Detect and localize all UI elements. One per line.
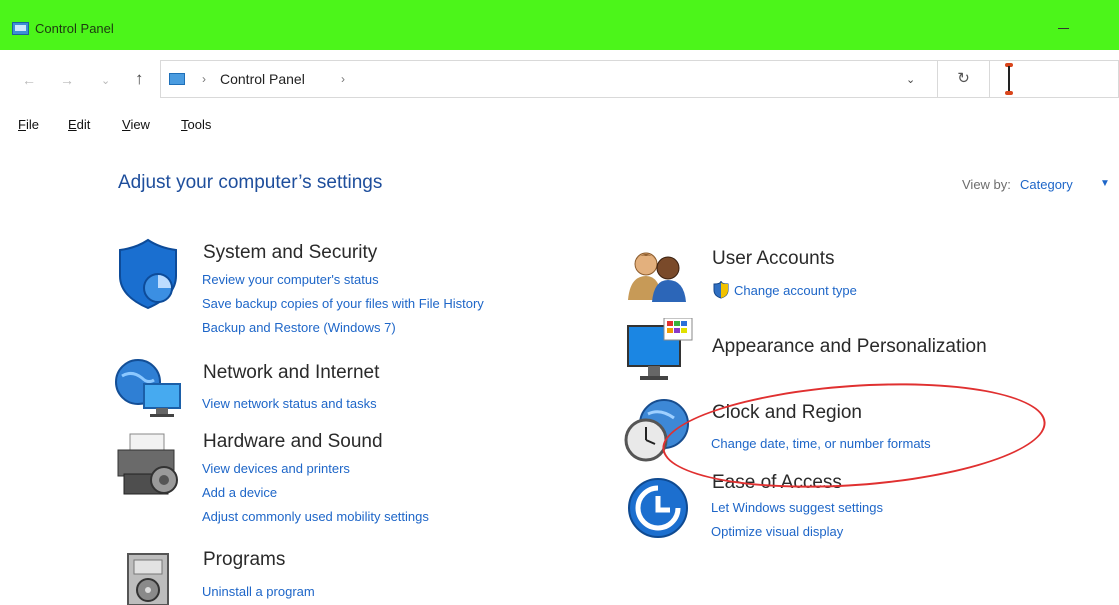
network-link-status[interactable]: View network status and tasks (202, 396, 377, 411)
menu-file-label: ile (25, 117, 39, 132)
menu-edit-label: dit (76, 117, 91, 132)
minimize-button[interactable] (1050, 14, 1076, 38)
ease-of-access-link-suggest[interactable]: Let Windows suggest settings (711, 500, 883, 515)
control-panel-icon (12, 22, 29, 35)
monitor-icon[interactable] (624, 318, 694, 386)
user-accounts-title[interactable]: User Accounts (712, 248, 835, 270)
breadcrumb-separator-icon[interactable]: › (341, 72, 345, 86)
user-accounts-link-change-type[interactable]: Change account type (734, 283, 857, 298)
dropdown-arrow-icon[interactable]: ▼ (1100, 178, 1110, 189)
uac-shield-icon (713, 281, 729, 299)
navigation-bar: ← → ⌄ ↑ › Control Panel › ⌄ ↻ (0, 50, 1119, 106)
forward-arrow-icon[interactable]: → (60, 72, 74, 88)
ease-of-access-icon[interactable] (626, 476, 690, 540)
system-security-link-status[interactable]: Review your computer's status (202, 272, 379, 287)
system-security-link-file-history[interactable]: Save backup copies of your files with Fi… (202, 296, 484, 311)
menu-view-label: iew (130, 117, 150, 132)
back-arrow-icon[interactable]: ← (22, 72, 36, 88)
menu-file-accesskey: F (18, 117, 26, 132)
menu-edit-accesskey: E (68, 117, 77, 132)
programs-title[interactable]: Programs (203, 549, 285, 571)
hardware-link-add-device[interactable]: Add a device (202, 485, 277, 500)
breadcrumb-separator-icon[interactable]: › (202, 72, 206, 86)
programs-link-uninstall[interactable]: Uninstall a program (202, 584, 315, 599)
printer-icon[interactable] (112, 430, 184, 498)
hardware-link-mobility[interactable]: Adjust commonly used mobility settings (202, 509, 429, 524)
network-globe-icon[interactable] (112, 354, 184, 420)
hardware-title[interactable]: Hardware and Sound (203, 431, 383, 453)
annotation-ellipse (658, 371, 1050, 500)
up-arrow-icon[interactable]: ↑ (135, 69, 144, 89)
hardware-link-devices[interactable]: View devices and printers (202, 461, 350, 476)
title-bar: Control Panel (0, 0, 1119, 50)
page-title: Adjust your computer’s settings (118, 172, 383, 193)
menu-tools-label: ools (187, 117, 212, 132)
programs-icon[interactable] (120, 548, 176, 605)
refresh-button[interactable]: ↻ (938, 60, 990, 98)
ease-of-access-link-visual[interactable]: Optimize visual display (711, 524, 843, 539)
user-accounts-icon[interactable] (624, 248, 690, 304)
shield-icon[interactable] (112, 238, 182, 310)
text-cursor-icon (1005, 63, 1013, 95)
address-bar[interactable]: › Control Panel › ⌄ (160, 60, 938, 98)
menu-tools[interactable]: Tools (181, 117, 211, 132)
menu-file[interactable]: File (18, 117, 39, 132)
menu-view[interactable]: View (122, 117, 150, 132)
window-title: Control Panel (35, 21, 114, 36)
control-panel-folder-icon (169, 73, 185, 85)
network-title[interactable]: Network and Internet (203, 362, 379, 384)
breadcrumb-control-panel[interactable]: Control Panel (220, 71, 305, 87)
menu-edit[interactable]: Edit (68, 117, 90, 132)
view-by-label: View by: (962, 177, 1011, 192)
recent-locations-icon[interactable]: ⌄ (101, 74, 110, 87)
search-input[interactable] (990, 60, 1119, 98)
appearance-title[interactable]: Appearance and Personalization (712, 336, 987, 358)
system-security-title[interactable]: System and Security (203, 242, 377, 264)
view-by-dropdown[interactable]: Category (1020, 177, 1073, 192)
chevron-down-icon[interactable]: ⌄ (906, 73, 915, 86)
system-security-link-backup[interactable]: Backup and Restore (Windows 7) (202, 320, 396, 335)
